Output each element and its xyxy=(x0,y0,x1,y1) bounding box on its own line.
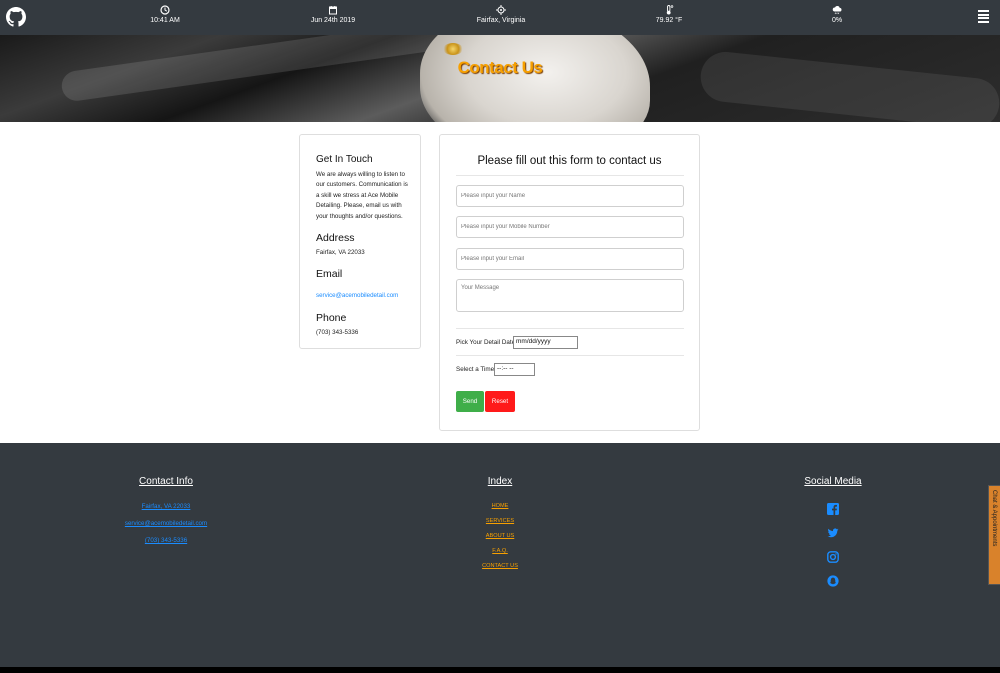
time-widget: 10:41 AM xyxy=(105,5,225,24)
github-icon[interactable] xyxy=(6,7,26,27)
divider xyxy=(456,355,684,356)
precipitation-widget: 0% xyxy=(777,5,897,24)
time-input[interactable]: --:-- -- xyxy=(494,363,535,376)
footer: Contact Info Fairfax, VA 22033 service@a… xyxy=(0,443,1000,667)
footer-nav-contact-us[interactable]: CONTACT US xyxy=(400,563,600,569)
top-bar: 10:41 AM Jun 24th 2019 Fairfax, Virginia… xyxy=(0,0,1000,35)
page-title: Contact Us xyxy=(457,58,543,77)
get-in-touch-heading: Get In Touch xyxy=(316,154,373,165)
footer-phone-link[interactable]: (703) 343-5336 xyxy=(66,537,266,544)
time-label: Select a Time: xyxy=(456,366,496,373)
thermometer-icon xyxy=(666,5,674,15)
footer-nav-home[interactable]: HOME xyxy=(400,503,600,509)
mobile-number-input[interactable] xyxy=(456,216,684,238)
get-in-touch-text: We are always willing to listen to our c… xyxy=(316,171,408,220)
detail-date-input[interactable]: mm/dd/yyyy xyxy=(513,336,578,349)
location-widget: Fairfax, Virginia xyxy=(441,5,561,24)
chat-appointments-label: Chat & Appointments xyxy=(991,490,997,547)
email-input[interactable] xyxy=(456,248,684,270)
temperature-widget: 79.92 °F xyxy=(609,5,729,24)
footer-contact-column: Contact Info Fairfax, VA 22033 service@a… xyxy=(66,476,266,554)
footer-contact-heading: Contact Info xyxy=(139,476,193,487)
facebook-icon[interactable] xyxy=(827,503,839,515)
address-heading: Address xyxy=(316,232,355,245)
date-text: Jun 24th 2019 xyxy=(310,17,356,24)
footer-nav-faq[interactable]: F.A.Q. xyxy=(400,548,600,554)
footer-address-link[interactable]: Fairfax, VA 22033 xyxy=(66,503,266,510)
crosshair-icon xyxy=(496,5,506,15)
contact-info-card: Get In Touch We are always willing to li… xyxy=(299,134,421,349)
footer-email-link[interactable]: service@acemobiledetail.com xyxy=(66,520,266,527)
email-link[interactable]: service@acemobiledetail.com xyxy=(316,292,398,299)
reset-button[interactable]: Reset xyxy=(485,391,515,412)
snapchat-icon[interactable] xyxy=(827,575,839,587)
location-text: Fairfax, Virginia xyxy=(476,17,526,24)
precipitation-text: 0% xyxy=(831,17,843,24)
footer-nav-about-us[interactable]: ABOUT US xyxy=(400,533,600,539)
footer-nav-services[interactable]: SERVICES xyxy=(400,518,600,524)
footer-index-heading: Index xyxy=(487,476,513,487)
hero-banner: Contact Us xyxy=(0,35,1000,122)
chat-appointments-tab[interactable]: Chat & Appointments xyxy=(988,485,1000,585)
date-label: Pick Your Detail Date: xyxy=(456,339,517,346)
footer-social-heading: Social Media xyxy=(804,476,862,487)
contact-form: Please fill out this form to contact us … xyxy=(439,134,700,431)
time-text: 10:41 AM xyxy=(150,17,180,24)
phone-heading: Phone xyxy=(316,312,347,325)
email-heading: Email xyxy=(316,268,343,281)
date-widget: Jun 24th 2019 xyxy=(273,5,393,24)
temperature-text: 79.92 °F xyxy=(655,17,683,24)
address-text: Fairfax, VA 22033 xyxy=(316,249,365,257)
cloud-rain-icon xyxy=(832,6,842,15)
twitter-icon[interactable] xyxy=(827,527,839,539)
send-button[interactable]: Send xyxy=(456,391,484,412)
message-textarea[interactable] xyxy=(456,279,684,312)
form-title: Please fill out this form to contact us xyxy=(477,155,662,167)
phone-text: (703) 343-5336 xyxy=(316,329,359,337)
bottom-strip xyxy=(0,667,1000,673)
calendar-icon xyxy=(329,6,337,15)
divider xyxy=(456,175,684,176)
clock-icon xyxy=(160,5,170,15)
instagram-icon[interactable] xyxy=(827,551,839,563)
name-input[interactable] xyxy=(456,185,684,207)
divider xyxy=(456,328,684,329)
hamburger-menu-icon[interactable] xyxy=(978,10,989,23)
footer-index-column: Index HOME SERVICES ABOUT US F.A.Q. CONT… xyxy=(400,476,600,578)
footer-social-column: Social Media xyxy=(733,476,933,599)
